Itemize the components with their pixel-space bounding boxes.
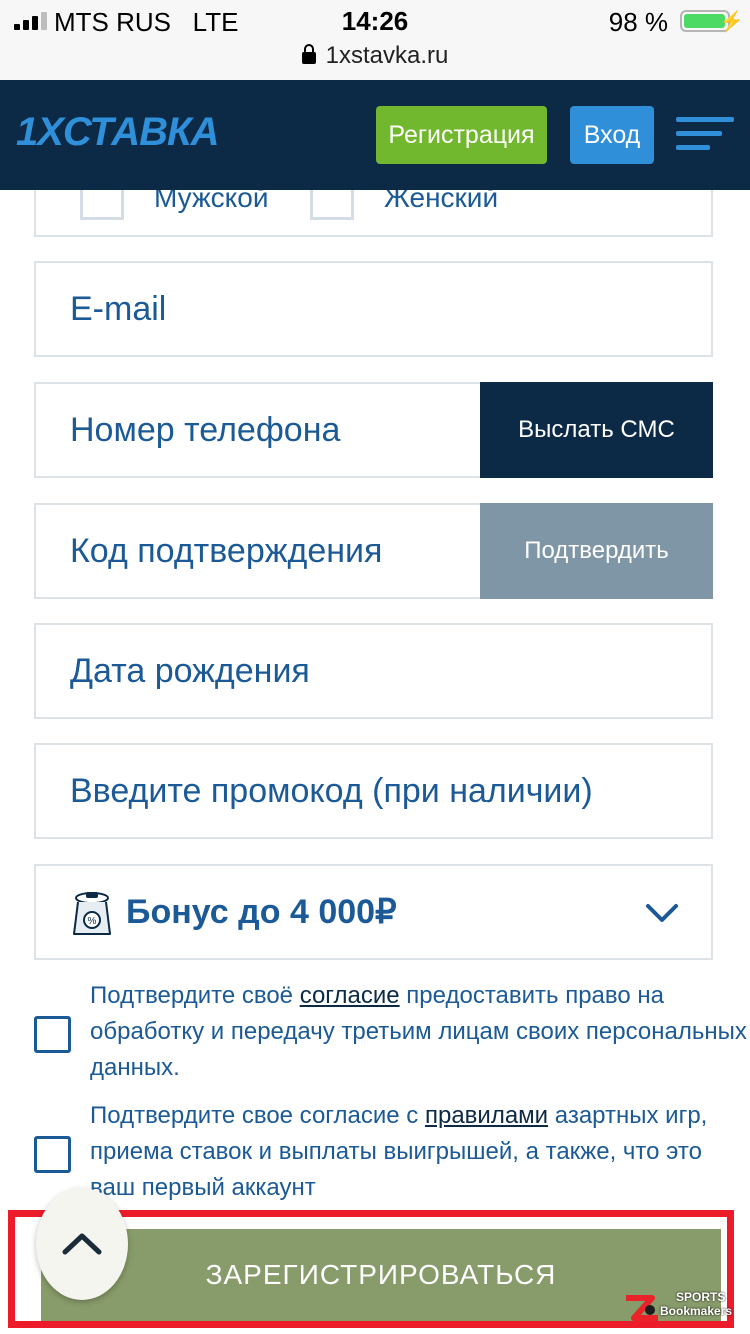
site-header: 1XСТАВКА Регистрация Вход — [0, 80, 750, 190]
consent-personal-data-checkbox[interactable] — [34, 1016, 71, 1053]
send-sms-button[interactable]: Выслать СМС — [480, 382, 713, 478]
login-button[interactable]: Вход — [570, 106, 654, 164]
url-text: 1xstavka.ru — [325, 42, 449, 69]
email-field[interactable]: E-mail — [34, 261, 713, 357]
battery-percent: 98 % — [608, 7, 668, 37]
chevron-down-icon[interactable] — [645, 896, 679, 930]
confirmation-code-field[interactable]: Код подтверждения Подтвердить — [34, 503, 713, 599]
watermark-logo-icon — [626, 1295, 658, 1321]
confirm-code-button[interactable]: Подтвердить — [480, 503, 713, 599]
consent-rules-text: Подтвердите свое согласие с правилами аз… — [90, 1098, 750, 1206]
watermark-line1: SPORTS — [676, 1290, 726, 1304]
email-placeholder: E-mail — [70, 290, 167, 328]
phone-placeholder: Номер телефона — [70, 411, 341, 449]
consent-personal-data-text: Подтвердите своё согласие предоставить п… — [90, 978, 750, 1086]
phone-field[interactable]: Номер телефона Выслать СМС — [34, 382, 713, 478]
consent-personal-data: Подтвердите своё согласие предоставить п… — [34, 978, 747, 1088]
svg-text:%: % — [88, 916, 97, 927]
rules-link[interactable]: правилами — [425, 1102, 548, 1129]
bonus-icon: % — [73, 892, 111, 935]
site-logo[interactable]: 1XСТАВКА — [16, 110, 219, 155]
hamburger-menu-icon[interactable] — [676, 117, 734, 151]
promo-code-field[interactable]: Введите промокод (при наличии) — [34, 743, 713, 839]
bonus-select[interactable]: % Бонус до 4 000₽ — [34, 864, 713, 960]
charging-icon: ⚡ — [719, 11, 744, 33]
watermark-text: SPORTS Bookmakers — [660, 1290, 732, 1318]
address-bar[interactable]: 1xstavka.ru — [0, 42, 750, 70]
chevron-up-icon — [62, 1233, 102, 1255]
birthdate-field[interactable]: Дата рождения — [34, 623, 713, 719]
lock-icon — [301, 44, 316, 64]
promo-placeholder: Введите промокод (при наличии) — [70, 772, 593, 810]
consent-rules: Подтвердите свое согласие с правилами аз… — [34, 1098, 744, 1208]
consent-text-prefix: Подтвердите своё — [90, 982, 300, 1009]
consent-link[interactable]: согласие — [300, 982, 400, 1009]
watermark: SPORTS Bookmakers — [618, 1288, 738, 1328]
scroll-to-top-button[interactable] — [36, 1188, 128, 1300]
rules-text-prefix: Подтвердите свое согласие с — [90, 1102, 425, 1129]
register-button[interactable]: Регистрация — [376, 106, 547, 164]
birthdate-placeholder: Дата рождения — [70, 652, 310, 690]
bonus-label: Бонус до 4 000₽ — [126, 893, 397, 931]
status-bar: MTS RUS LTE 14:26 98 % ⚡ 1xstavka.ru — [0, 0, 750, 80]
submit-label: ЗАРЕГИСТРИРОВАТЬСЯ — [205, 1259, 557, 1290]
watermark-line2: Bookmakers — [660, 1304, 733, 1318]
code-placeholder: Код подтверждения — [70, 532, 383, 570]
consent-rules-checkbox[interactable] — [34, 1136, 71, 1173]
